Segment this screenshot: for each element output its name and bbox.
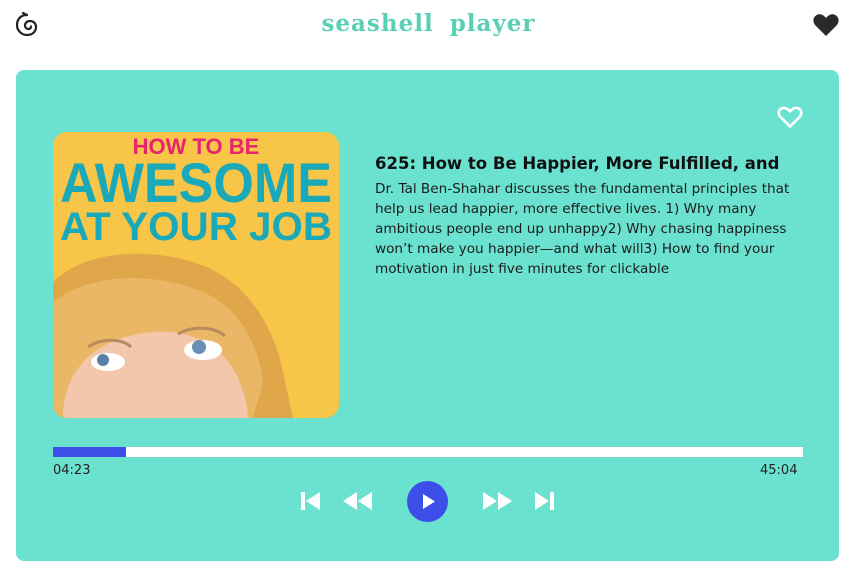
episode-description: Dr. Tal Ben-Shahar discusses the fundame… [375, 181, 790, 277]
cover-line-3: AT YOUR JOB [60, 205, 332, 249]
fast-forward-icon[interactable] [481, 490, 513, 512]
skip-to-start-icon[interactable] [299, 490, 323, 512]
rewind-icon[interactable] [342, 490, 374, 512]
player-card: HOW TO BE AWESOME AT YOUR JOB 625: How t… [16, 70, 839, 561]
app-title-word-2: player [449, 10, 536, 37]
heart-filled-icon[interactable] [812, 12, 840, 38]
heart-outline-icon[interactable] [776, 104, 804, 130]
duration: 45:04 [760, 463, 798, 478]
play-button[interactable] [407, 481, 448, 522]
app-title-word-1: seashell [321, 10, 434, 37]
skip-to-end-icon[interactable] [532, 490, 556, 512]
progress-fill [53, 447, 126, 457]
podcast-cover-art: HOW TO BE AWESOME AT YOUR JOB [53, 132, 339, 418]
cover-illustration: HOW TO BE AWESOME AT YOUR JOB [53, 132, 339, 418]
play-icon [423, 494, 435, 509]
top-bar: seashell player [0, 0, 857, 52]
progress-bar[interactable] [53, 447, 803, 457]
episode-title: 625: How to Be Happier, More Fulfilled, … [375, 154, 780, 173]
app-title: seashell player [0, 10, 857, 37]
current-time: 04:23 [53, 463, 91, 478]
